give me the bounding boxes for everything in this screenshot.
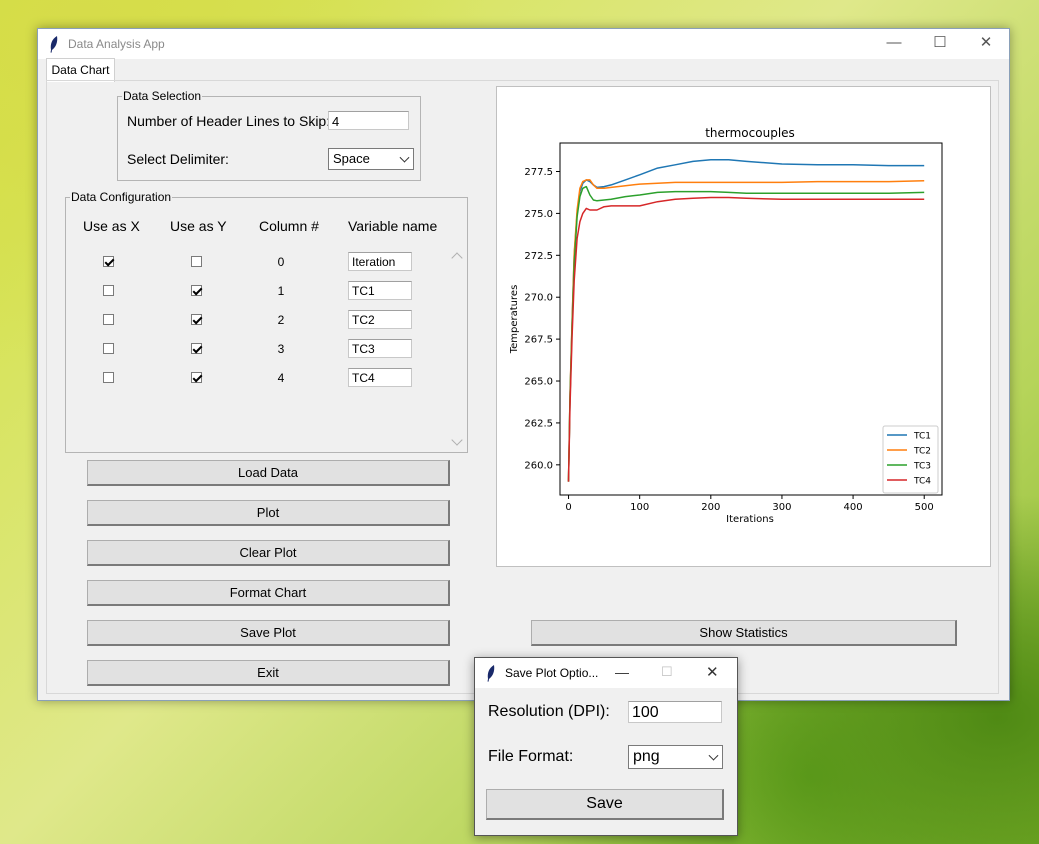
delimiter-select[interactable]: Space	[328, 148, 414, 170]
use-x-checkbox-4[interactable]	[103, 372, 114, 383]
delimiter-label: Select Delimiter:	[127, 151, 229, 167]
variable-name-input-0[interactable]: Iteration	[348, 252, 412, 271]
use-y-checkbox-3[interactable]	[191, 343, 202, 354]
data-configuration-legend: Data Configuration	[71, 190, 172, 204]
column-number-3: 3	[277, 342, 285, 356]
clear-plot-button[interactable]: Clear Plot	[87, 540, 450, 566]
x-tick-label: 300	[772, 502, 791, 513]
chart-legend: TC1 TC2 TC3 TC4	[882, 425, 939, 494]
format-chart-button[interactable]: Format Chart	[87, 580, 450, 606]
minimize-button[interactable]: —	[871, 29, 917, 59]
header-lines-label: Number of Header Lines to Skip:	[127, 113, 331, 129]
variable-name-input-4[interactable]: TC4	[348, 368, 412, 387]
x-tick-label: 0	[565, 502, 571, 513]
header-use-y: Use as Y	[170, 218, 227, 234]
dialog-title-bar: Save Plot Optio... — ☐ ✕	[475, 658, 737, 688]
chart-title: thermocouples	[705, 126, 795, 140]
close-button[interactable]: ✕	[963, 29, 1009, 59]
legend-label-tc3: TC3	[913, 462, 931, 472]
y-tick-label: 277.5	[524, 167, 553, 178]
dpi-label: Resolution (DPI):	[488, 703, 610, 720]
y-tick-label: 267.5	[524, 335, 553, 346]
dpi-input[interactable]: 100	[628, 701, 722, 723]
file-format-select[interactable]: png	[628, 745, 723, 769]
dialog-maximize-icon: ☐	[661, 664, 673, 679]
use-y-checkbox-0[interactable]	[191, 256, 202, 267]
x-tick-label: 100	[630, 502, 649, 513]
y-tick-label: 262.5	[524, 418, 553, 429]
dialog-feather-icon	[487, 665, 495, 682]
data-selection-legend: Data Selection	[123, 89, 202, 103]
dialog-minimize-icon[interactable]: —	[615, 664, 629, 680]
header-column-number: Column #	[259, 218, 319, 234]
y-tick-label: 270.0	[524, 293, 553, 304]
save-button[interactable]: Save	[486, 789, 724, 820]
config-scrollbar[interactable]	[449, 246, 463, 448]
use-y-checkbox-1[interactable]	[191, 285, 202, 296]
column-number-4: 4	[277, 371, 285, 385]
save-plot-dialog: Save Plot Optio... — ☐ ✕ Resolution (DPI…	[474, 657, 738, 836]
series-lines	[567, 159, 925, 482]
variable-name-input-2[interactable]: TC2	[348, 310, 412, 329]
y-tick-label: 275.0	[524, 209, 553, 220]
chevron-down-icon	[708, 750, 719, 761]
variable-name-input-3[interactable]: TC3	[348, 339, 412, 358]
y-tick-label: 272.5	[524, 251, 553, 262]
show-statistics-button[interactable]: Show Statistics	[531, 620, 957, 646]
legend-label-tc4: TC4	[913, 477, 931, 487]
legend-label-tc1: TC1	[913, 432, 931, 442]
tab-data-chart[interactable]: Data Chart	[46, 58, 115, 82]
use-x-checkbox-3[interactable]	[103, 343, 114, 354]
scroll-down-icon[interactable]	[451, 434, 463, 446]
y-axis-label: Temperatures	[509, 285, 520, 355]
scroll-up-icon[interactable]	[451, 252, 463, 264]
file-format-value: png	[633, 748, 660, 765]
x-tick-label: 400	[844, 502, 863, 513]
app-feather-icon	[50, 36, 58, 53]
close-icon: ✕	[979, 34, 993, 51]
header-lines-input[interactable]: 4	[328, 111, 409, 130]
x-axis-label: Iterations	[726, 514, 774, 525]
axes-ticks: 0 100 200 300 400 500 260.0 262.5 265.0 267.5 270.…	[524, 167, 933, 513]
dialog-title: Save Plot Optio...	[505, 666, 599, 680]
header-use-x: Use as X	[83, 218, 140, 234]
legend-label-tc2: TC2	[913, 447, 931, 457]
file-format-label: File Format:	[488, 748, 574, 765]
column-number-0: 0	[277, 255, 285, 269]
x-tick-label: 500	[915, 502, 934, 513]
header-variable-name: Variable name	[348, 218, 438, 234]
use-y-checkbox-4[interactable]	[191, 372, 202, 383]
use-y-checkbox-2[interactable]	[191, 314, 202, 325]
series-line-tc1	[567, 159, 925, 482]
y-tick-label: 260.0	[524, 460, 553, 471]
plot-button[interactable]: Plot	[87, 500, 450, 526]
chevron-down-icon	[399, 152, 410, 163]
variable-name-input-1[interactable]: TC1	[348, 281, 412, 300]
save-plot-button[interactable]: Save Plot	[87, 620, 450, 646]
exit-button[interactable]: Exit	[87, 660, 450, 686]
use-x-checkbox-1[interactable]	[103, 285, 114, 296]
series-line-tc4	[567, 196, 925, 482]
column-number-1: 1	[277, 284, 285, 298]
chart-svg: thermocouples 0 100 200 300 400 500 260.0 262.5…	[509, 126, 943, 525]
column-number-2: 2	[277, 313, 285, 327]
load-data-button[interactable]: Load Data	[87, 460, 450, 486]
use-x-checkbox-0[interactable]	[103, 256, 114, 267]
use-x-checkbox-2[interactable]	[103, 314, 114, 325]
maximize-icon: ☐	[933, 34, 947, 51]
minimize-icon: —	[886, 34, 902, 51]
delimiter-value: Space	[333, 151, 370, 166]
dialog-close-icon[interactable]: ✕	[706, 663, 719, 681]
chart-canvas: thermocouples 0 100 200 300 400 500 260.0 262.5…	[496, 86, 991, 567]
title-bar: Data Analysis App — ☐ ✕	[38, 29, 1009, 59]
window-title: Data Analysis App	[68, 37, 165, 51]
x-tick-label: 200	[701, 502, 720, 513]
series-line-tc3	[567, 185, 925, 482]
series-line-tc2	[567, 179, 925, 482]
y-tick-label: 265.0	[524, 377, 553, 388]
maximize-button[interactable]: ☐	[917, 29, 963, 59]
